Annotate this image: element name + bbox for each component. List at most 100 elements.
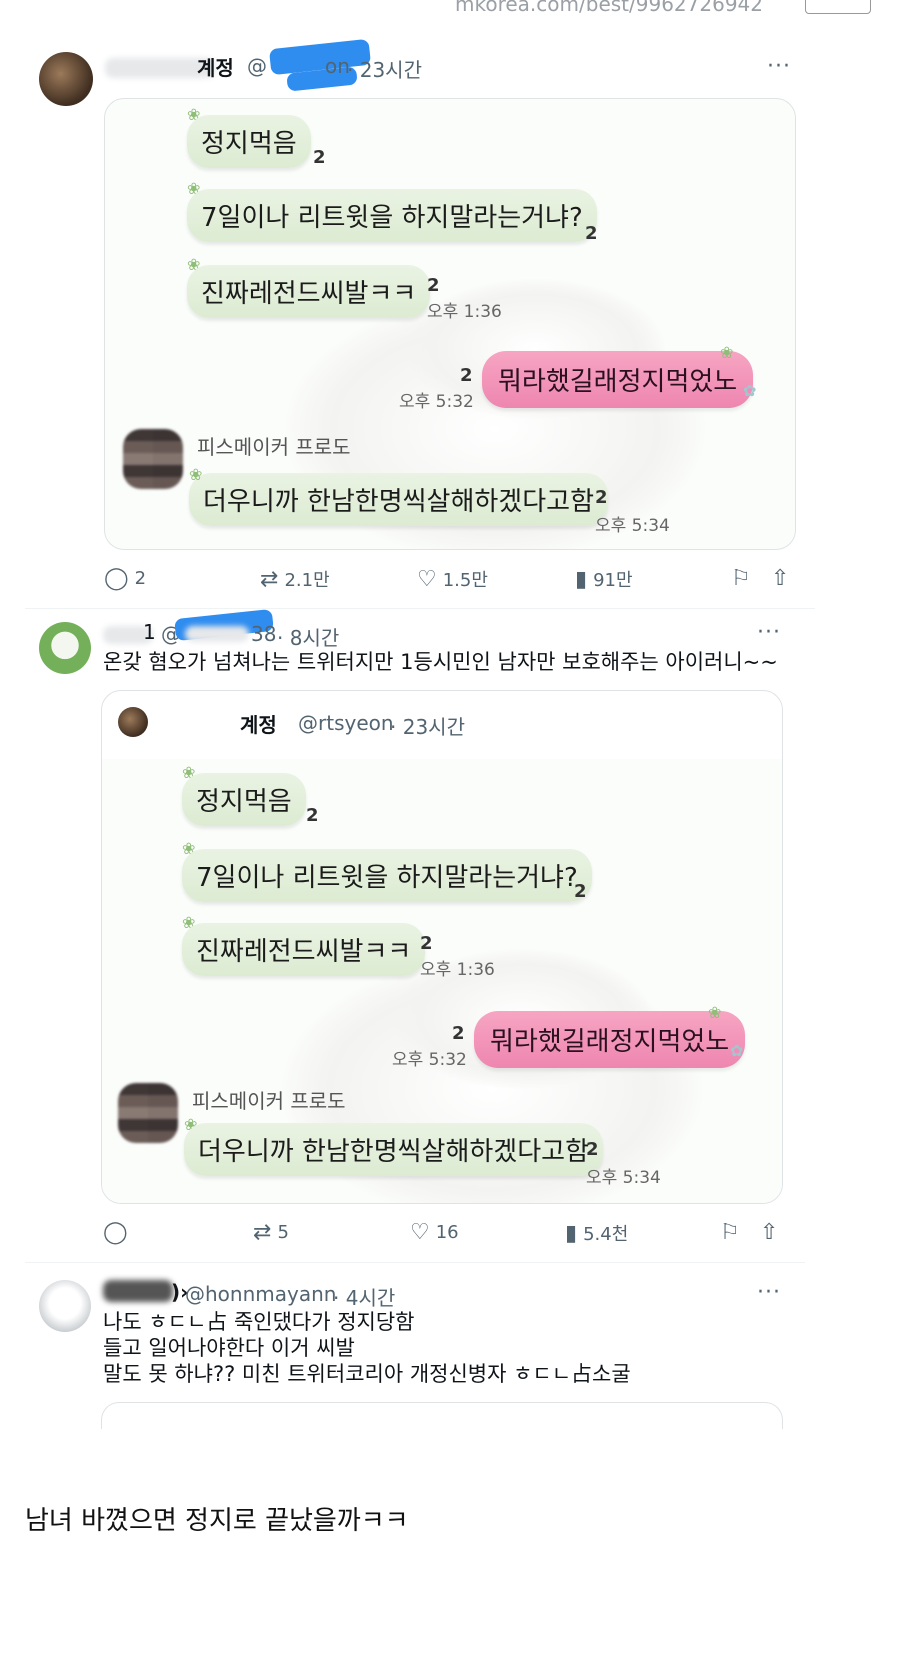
read-count: 2 [595, 487, 608, 508]
bookmark-icon: ⚐ [720, 1220, 740, 1245]
top-button[interactable] [805, 0, 871, 14]
post-caption: 남녀 바꼈으면 정지로 끝났을까ㅋㅋ [25, 1506, 409, 1536]
blurred-handle [185, 626, 249, 642]
display-name[interactable]: 1 [143, 620, 156, 644]
tweet-text-line: 들고 일어나야한다 이거 씨발 [103, 1336, 355, 1360]
retweet-button[interactable]: ⇄ 5 [253, 1220, 289, 1245]
like-button[interactable]: ♡ 16 [410, 1220, 459, 1245]
retweet-icon: ⇄ [260, 566, 279, 592]
avatar[interactable] [39, 52, 93, 106]
heart-icon: ♡ [410, 1220, 430, 1245]
chat-bubble: 정지먹음 [182, 773, 306, 826]
reply-button[interactable]: ◯ [103, 1220, 134, 1245]
divider [25, 1262, 805, 1263]
chat-time: 오후 5:32 [392, 1050, 467, 1070]
sender-name: 피스메이커 프로도 [192, 1089, 346, 1113]
retweet-icon: ⇄ [253, 1220, 272, 1245]
quoted-time: · 23시간 [390, 715, 465, 739]
read-count: 2 [420, 933, 433, 954]
more-icon[interactable]: ··· [757, 620, 781, 645]
avatar[interactable] [39, 1280, 91, 1332]
reply-count: 2 [134, 568, 147, 589]
sender-avatar [118, 1083, 178, 1143]
handle-end[interactable]: 38 [251, 622, 276, 646]
handle[interactable]: @honnmayann [185, 1282, 336, 1306]
tweet-text: 온갖 혐오가 넘쳐나는 트위터지만 1등시민인 남자만 보호해주는 아이러니~~ [103, 650, 778, 674]
views-count: 5.4천 [583, 1224, 629, 1245]
bookmark-icon: ⚐ [731, 566, 751, 591]
sender-name: 피스메이커 프로도 [197, 435, 351, 459]
retweet-button[interactable]: ⇄ 2.1만 [260, 566, 330, 592]
chat-time: 오후 1:36 [420, 960, 495, 980]
flower-icon: ✿ [743, 381, 757, 400]
tweet-1: 계정 @ on · 23시간 ··· ❀ 정지먹음 2 ❀ 7일이나 리트윗을 … [25, 30, 870, 608]
quoted-tweet[interactable]: 계정 @rtsyeon · 23시간 ❀ 정지먹음 2 ❀ 7일이나 리트윗을 … [101, 690, 783, 1204]
tweet-text-line: 나도 ㅎㄷㄴ占 죽인댔다가 정지당함 [103, 1310, 415, 1334]
chat-bubble: 진짜레전드씨발ㅋㅋ [187, 265, 431, 318]
tweet-2: 1 @ 38 · 8시간 ··· 온갖 혐오가 넘쳐나는 트위터지만 1등시민인… [25, 608, 870, 1260]
chat-bubble: 진짜레전드씨발ㅋㅋ [182, 923, 426, 976]
bookmark-button[interactable]: ⚐ [720, 1220, 740, 1245]
leaf-icon: ❀ [720, 343, 734, 362]
quoted-avatar [118, 707, 148, 737]
read-count: 2 [585, 223, 598, 244]
read-count: 2 [574, 881, 587, 902]
sender-avatar [123, 429, 183, 489]
read-count: 2 [586, 1139, 599, 1160]
like-count: 1.5만 [442, 570, 488, 591]
bookmark-button[interactable]: ⚐ [731, 566, 751, 591]
reply-button[interactable]: ◯ 2 [104, 566, 146, 591]
views-button[interactable]: ▮ 91만 [575, 566, 633, 592]
divider [25, 608, 815, 609]
quoted-display-name: 계정 [240, 713, 277, 737]
views-button[interactable]: ▮ 5.4천 [565, 1220, 628, 1246]
retweet-count: 2.1만 [284, 570, 330, 591]
chat-time: 오후 5:32 [399, 392, 474, 412]
display-name[interactable]: 계정 [197, 52, 234, 81]
tweet-time[interactable]: · 8시간 [277, 622, 339, 651]
blurred-display-name [103, 1280, 173, 1302]
reply-icon: ◯ [104, 566, 129, 591]
flower-icon: ✿ [730, 1041, 744, 1060]
chat-time: 오후 5:34 [595, 516, 670, 536]
tweet-time[interactable]: · 4시간 [333, 1282, 395, 1311]
share-button[interactable]: ⇧ [771, 566, 789, 591]
chat-bubble: 더우니까 한남한명씩살해하겠다고함 [189, 473, 608, 526]
reply-icon: ◯ [103, 1220, 128, 1245]
read-count: 2 [460, 365, 473, 386]
chat-bubble: 7일이나 리트윗을 하지말라는거냐? [187, 189, 597, 242]
quoted-chat-image: ❀ 정지먹음 2 ❀ 7일이나 리트윗을 하지말라는거냐? 2 ❀ 진짜레전드씨… [102, 759, 782, 1203]
chat-screenshot[interactable]: ❀ 정지먹음 2 ❀ 7일이나 리트윗을 하지말라는거냐? 2 ❀ 진짜레전드씨… [104, 98, 796, 550]
source-url: mkorea.com/best/9962726942 [455, 0, 763, 16]
chat-time: 오후 1:36 [427, 302, 502, 322]
more-icon[interactable]: ··· [757, 1280, 781, 1305]
leaf-icon: ❀ [189, 465, 203, 484]
leaf-icon: ❀ [708, 1003, 722, 1022]
retweet-count: 5 [277, 1222, 289, 1243]
share-icon: ⇧ [760, 1220, 779, 1245]
avatar[interactable] [39, 622, 91, 674]
handle-start[interactable]: @ [247, 54, 267, 78]
share-icon: ⇧ [771, 566, 790, 591]
read-count: 2 [313, 147, 326, 168]
views-icon: ▮ [575, 566, 588, 592]
read-count: 2 [452, 1023, 465, 1044]
tweet-3: )› @honnmayann · 4시간 ··· 나도 ㅎㄷㄴ占 죽인댔다가 정… [25, 1268, 870, 1429]
tweet-text-line: 말도 못 하냐?? 미친 트위터코리아 개정신병자 ㅎㄷㄴ占소굴 [103, 1362, 631, 1386]
chat-time: 오후 5:34 [586, 1168, 661, 1188]
more-icon[interactable]: ··· [767, 54, 791, 79]
tweet-time[interactable]: · 23시간 [347, 54, 422, 83]
share-button[interactable]: ⇧ [760, 1220, 778, 1245]
heart-icon: ♡ [417, 566, 437, 592]
like-count: 16 [435, 1222, 459, 1243]
quote-card-edge [101, 1402, 783, 1429]
like-button[interactable]: ♡ 1.5만 [417, 566, 488, 592]
chat-bubble: 7일이나 리트윗을 하지말라는거냐? [182, 849, 592, 902]
chat-bubble: 정지먹음 [187, 115, 311, 168]
chat-bubble: 더우니까 한남한명씩살해하겠다고함 [184, 1123, 603, 1176]
quoted-handle: @rtsyeon [298, 711, 394, 735]
views-icon: ▮ [565, 1220, 578, 1246]
views-count: 91만 [593, 570, 633, 591]
chat-bubble-pink: 뭐라했길래정지먹었노 [482, 351, 754, 408]
read-count: 2 [306, 805, 319, 826]
